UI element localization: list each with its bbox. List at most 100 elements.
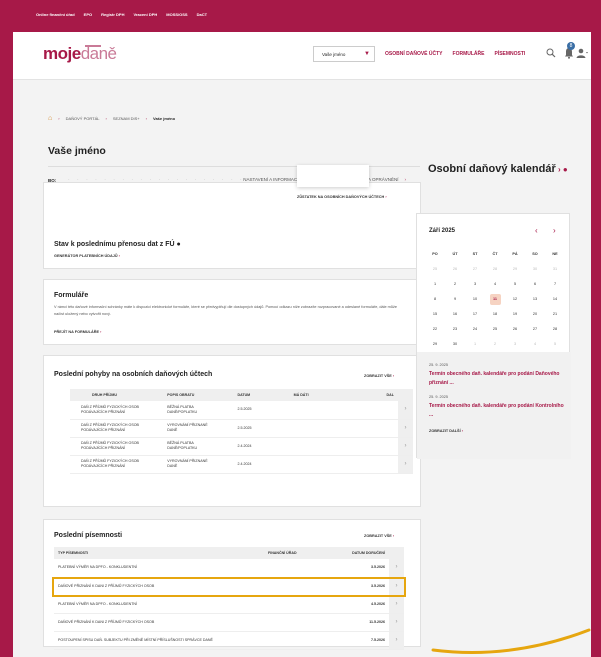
- event-date: 25. 9. 2025: [429, 395, 449, 399]
- calendar-day[interactable]: 26: [505, 322, 525, 337]
- nav-item-forms[interactable]: FORMULÁŘE: [453, 51, 485, 57]
- calendar-day[interactable]: 31: [545, 262, 565, 277]
- calendar-day[interactable]: 28: [485, 262, 505, 277]
- chevron-right-icon[interactable]: ›: [389, 595, 404, 614]
- utility-link[interactable]: Vracení DPH: [133, 12, 157, 17]
- table-row[interactable]: POSTOUPENÍ SPISU DAŇ. SUBJEKTU PŘI ZMĚNĚ…: [54, 631, 404, 650]
- utility-link[interactable]: Registr DPH: [101, 12, 124, 17]
- calendar-events: 25. 9. 2025 Termín obecného daň. kalendá…: [417, 352, 571, 459]
- calendar-day[interactable]: 1: [425, 277, 445, 292]
- calendar-day[interactable]: 14: [545, 292, 565, 307]
- calendar-day[interactable]: 19: [505, 307, 525, 322]
- calendar-day[interactable]: 16: [445, 307, 465, 322]
- main-nav: OSOBNÍ DAŇOVÉ ÚČTY FORMULÁŘE PÍSEMNOSTI: [385, 51, 525, 57]
- calendar-day[interactable]: 26: [445, 262, 465, 277]
- event-link[interactable]: Termín obecného daň. kalendáře pro podán…: [429, 402, 564, 420]
- calendar-day[interactable]: 30: [525, 262, 545, 277]
- calendar-day[interactable]: 4: [485, 277, 505, 292]
- calendar-day[interactable]: 25: [485, 322, 505, 337]
- user-icon[interactable]: [576, 48, 588, 58]
- tooltip-popup: [297, 165, 369, 187]
- breadcrumb-item[interactable]: SEZNAM DIS+: [113, 116, 140, 121]
- calendar-day[interactable]: 25: [425, 262, 445, 277]
- table-row[interactable]: DAŇ Z PŘÍJMŮ FYZICKÝCH OSOB PODÁVAJÍCÍCH …: [70, 455, 413, 474]
- table-row[interactable]: DAŇOVÉ PŘIZNÁNÍ K DANI Z PŘÍJMŮ FYZICKÝC…: [54, 613, 404, 632]
- calendar-day[interactable]: 29: [505, 262, 525, 277]
- documents-card: Poslední písemnosti ZOBRAZIT VŠE › TYP P…: [43, 519, 421, 650]
- weekday-label: PÁ: [512, 252, 518, 256]
- calendar-day[interactable]: 12: [505, 292, 525, 307]
- utility-link[interactable]: DaCT: [197, 12, 207, 17]
- calendar-day[interactable]: 8: [425, 292, 445, 307]
- event-link[interactable]: Termín obecného daň. kalendáře pro podán…: [429, 370, 564, 388]
- calendar-day[interactable]: 7: [545, 277, 565, 292]
- breadcrumb-current: Vaše jméno: [153, 116, 176, 121]
- calendar-day[interactable]: 3: [465, 277, 485, 292]
- calendar-day[interactable]: 15: [425, 307, 445, 322]
- payment-generator-link[interactable]: GENERÁTOR PLATEBNÍCH ÚDAJŮ ›: [54, 254, 120, 258]
- utility-link[interactable]: Online finanční úřad: [36, 12, 75, 17]
- calendar-day[interactable]: 27: [525, 322, 545, 337]
- info-icon[interactable]: ●: [177, 241, 181, 248]
- calendar-day[interactable]: 27: [465, 262, 485, 277]
- table-row[interactable]: DAŇ Z PŘÍJMŮ FYZICKÝCH OSOB PODÁVAJÍCÍCH …: [70, 419, 413, 438]
- go-to-forms-link[interactable]: PŘEJÍT NA FORMULÁŘE ›: [54, 330, 101, 334]
- show-all-documents-link[interactable]: ZOBRAZIT VŠE ›: [364, 534, 394, 538]
- event-date: 25. 9. 2025: [429, 363, 449, 367]
- home-icon[interactable]: ⌂: [48, 115, 52, 122]
- table-row[interactable]: PLATEBNÍ VÝMĚR NA DPFO - KONKLUDENTNÍ 3.…: [54, 559, 404, 578]
- calendar-day[interactable]: 10: [465, 292, 485, 307]
- subject-select[interactable]: Vaše jméno ▼: [313, 46, 375, 62]
- chevron-right-icon[interactable]: ›: [397, 455, 413, 474]
- forms-description: V rámci této daňové informační schránky …: [54, 305, 397, 316]
- calendar-day[interactable]: 28: [545, 322, 565, 337]
- show-all-movements-link[interactable]: ZOBRAZIT VŠE ›: [364, 374, 394, 378]
- calendar-day[interactable]: 24: [465, 322, 485, 337]
- weekday-label: ÚT: [452, 252, 458, 256]
- chevron-right-icon[interactable]: ›: [397, 419, 413, 438]
- calendar-day[interactable]: 18: [485, 307, 505, 322]
- calendar-day[interactable]: 17: [465, 307, 485, 322]
- table-row[interactable]: DAŇ Z PŘÍJMŮ FYZICKÝCH OSOB PODÁVAJÍCÍCH …: [70, 437, 413, 456]
- chevron-right-icon[interactable]: ›: [389, 613, 404, 632]
- calendar-day[interactable]: 5: [545, 337, 565, 352]
- column-header: DATUM: [233, 389, 290, 401]
- chevron-right-icon[interactable]: ›: [553, 226, 556, 235]
- calendar-day[interactable]: 13: [525, 292, 545, 307]
- calendar-day[interactable]: 30: [445, 337, 465, 352]
- show-more-link[interactable]: ZOBRAZIT DALŠÍ ›: [429, 429, 463, 433]
- chevron-left-icon[interactable]: ‹: [535, 226, 538, 235]
- calendar-day[interactable]: 22: [425, 322, 445, 337]
- chevron-right-icon[interactable]: ›: [397, 437, 413, 456]
- movements-card: Poslední pohyby na osobních daňových účt…: [43, 355, 421, 507]
- column-header: DAL: [349, 389, 398, 401]
- nav-item-accounts[interactable]: OSOBNÍ DAŇOVÉ ÚČTY: [385, 51, 443, 57]
- calendar-day[interactable]: 2: [485, 337, 505, 352]
- calendar-day[interactable]: 6: [525, 277, 545, 292]
- balance-link[interactable]: ZŮSTATEK NA OSOBNÍCH DAŇOVÝCH ÚČTECH ›: [297, 195, 387, 199]
- calendar-day[interactable]: 5: [505, 277, 525, 292]
- chevron-right-icon[interactable]: ›: [389, 559, 404, 578]
- utility-link[interactable]: EPO: [84, 12, 92, 17]
- calendar-day[interactable]: 2: [445, 277, 465, 292]
- logo[interactable]: mojedaně: [43, 44, 117, 64]
- table-row[interactable]: PLATEBNÍ VÝMĚR NA DPFO - KONKLUDENTNÍ 4.…: [54, 595, 404, 614]
- breadcrumb-item[interactable]: DAŇOVÝ PORTÁL: [66, 116, 100, 121]
- calendar-day[interactable]: 3: [505, 337, 525, 352]
- chevron-right-icon[interactable]: ›: [397, 401, 413, 420]
- calendar-day[interactable]: 1: [465, 337, 485, 352]
- chevron-right-icon[interactable]: ›: [389, 631, 404, 650]
- calendar-day[interactable]: 11: [485, 292, 505, 307]
- utility-link[interactable]: MOSS/OSS: [166, 12, 187, 17]
- table-row[interactable]: DAŇ Z PŘÍJMŮ FYZICKÝCH OSOB PODÁVAJÍCÍCH …: [70, 401, 413, 420]
- calendar-day[interactable]: 20: [525, 307, 545, 322]
- column-header: POPIS OBRATU: [163, 389, 234, 401]
- calendar-day[interactable]: 21: [545, 307, 565, 322]
- calendar-day[interactable]: 4: [525, 337, 545, 352]
- calendar-day[interactable]: 29: [425, 337, 445, 352]
- transfer-title: Stav k poslednímu přenosu dat z FÚ ●: [54, 241, 181, 248]
- calendar-day[interactable]: 9: [445, 292, 465, 307]
- search-icon[interactable]: [546, 48, 556, 58]
- calendar-day[interactable]: 23: [445, 322, 465, 337]
- nav-item-documents[interactable]: PÍSEMNOSTI: [494, 51, 525, 57]
